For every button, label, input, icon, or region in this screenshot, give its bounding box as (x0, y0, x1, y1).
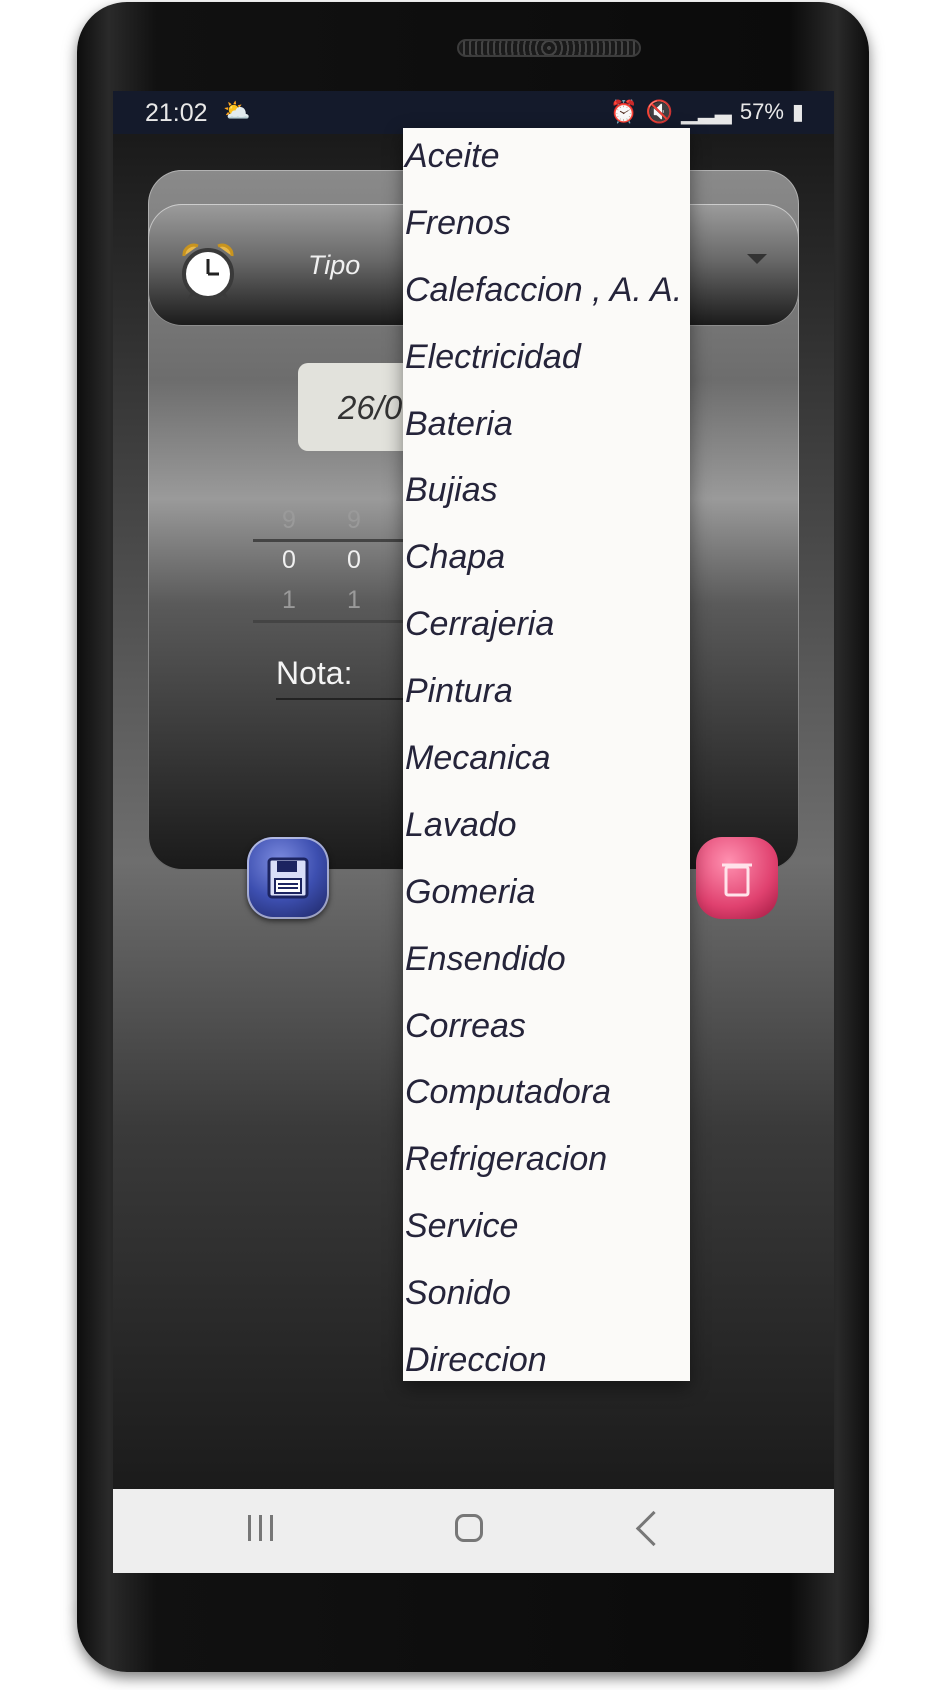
dropdown-option[interactable]: Sonido (403, 1265, 690, 1332)
tipo-label: Tipo (308, 250, 361, 280)
delete-button[interactable] (696, 837, 778, 919)
dropdown-option[interactable]: Bateria (403, 396, 690, 463)
dropdown-option[interactable]: Refrigeracion (403, 1131, 690, 1198)
dropdown-option[interactable]: Mecanica (403, 730, 690, 797)
nota-label: Nota: (276, 655, 353, 691)
number-picker-column-2[interactable]: 9 0 1 (334, 500, 374, 620)
dropdown-option[interactable]: Direccion (403, 1332, 690, 1381)
dropdown-option[interactable]: Pintura (403, 663, 690, 730)
save-button[interactable] (247, 837, 329, 919)
date-value: 26/0 (338, 389, 403, 426)
picker-below-value: 1 (282, 586, 296, 614)
back-icon[interactable] (635, 1510, 672, 1547)
weather-icon: ⛅ (223, 98, 251, 123)
dropdown-option[interactable]: Service (403, 1198, 690, 1265)
dropdown-option[interactable]: Computadora (403, 1064, 690, 1131)
floppy-disk-icon (267, 857, 309, 899)
dropdown-option[interactable]: Calefaccion , A. A. (403, 262, 690, 329)
android-navigation-bar (113, 1489, 834, 1573)
dropdown-option[interactable]: Aceite (403, 128, 690, 195)
picker-above-value: 9 (347, 506, 361, 534)
battery-percent: 57% (739, 99, 784, 124)
recents-icon[interactable] (246, 1513, 276, 1543)
mute-icon: 🔇 (645, 99, 674, 124)
app-screen: 21:02 ⛅ ⏰ 🔇 ▁▂▃ 57% ▮ Tipo 26/0 9 0 1 9 … (113, 91, 834, 1573)
chevron-down-icon (747, 254, 767, 264)
dropdown-option[interactable]: Chapa (403, 529, 690, 596)
dropdown-option[interactable]: Correas (403, 998, 690, 1065)
home-icon[interactable] (455, 1514, 483, 1542)
dropdown-option[interactable]: Electricidad (403, 329, 690, 396)
picker-selected-value: 0 (282, 546, 296, 574)
battery-icon: ▮ (791, 99, 804, 124)
dropdown-option[interactable]: Bujias (403, 462, 690, 529)
picker-selected-value: 0 (347, 546, 361, 574)
dropdown-option[interactable]: Gomeria (403, 864, 690, 931)
speaker-grille (457, 39, 641, 57)
status-time: 21:02 (145, 99, 208, 127)
tipo-dropdown-list[interactable]: Aceite Frenos Calefaccion , A. A. Electr… (403, 128, 690, 1381)
number-picker-column-1[interactable]: 9 0 1 (269, 500, 309, 620)
picker-above-value: 9 (282, 506, 296, 534)
alarm-clock-icon (182, 243, 234, 301)
picker-below-value: 1 (347, 586, 361, 614)
status-icons: ⏰ 🔇 ▁▂▃ 57% ▮ (610, 99, 804, 125)
dropdown-option[interactable]: Frenos (403, 195, 690, 262)
dropdown-option[interactable]: Lavado (403, 797, 690, 864)
dropdown-option[interactable]: Ensendido (403, 931, 690, 998)
trash-icon (722, 863, 752, 897)
signal-icon: ▁▂▃ (681, 99, 732, 124)
dropdown-option[interactable]: Cerrajeria (403, 596, 690, 663)
alarm-status-icon: ⏰ (610, 99, 638, 124)
